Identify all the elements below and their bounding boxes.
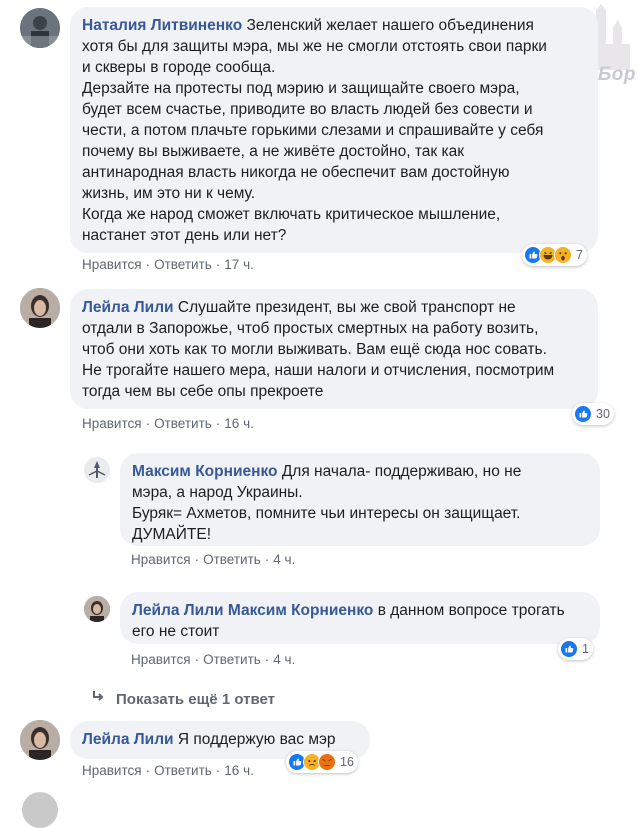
comment-bubble: Наталия Литвиненко Зеленский желает наше… (70, 7, 598, 253)
timestamp[interactable]: 16 ч. (224, 416, 254, 431)
timestamp[interactable]: 16 ч. (224, 763, 254, 778)
like-link[interactable]: Нравится (131, 652, 191, 667)
reply-arrow-icon (90, 688, 106, 708)
show-more-replies-label: Показать ещё 1 ответ (116, 691, 275, 708)
mention-link[interactable]: Максим Корниенко (228, 602, 374, 619)
comment-actions: Нравится · Ответить · 4 ч. (131, 652, 296, 667)
comment-text-line: мэра, а народ Украины. (132, 484, 303, 501)
author-name[interactable]: Лейла Лили (82, 731, 174, 748)
comment-text-line: настанет этот день или нет? (82, 227, 287, 244)
like-link[interactable]: Нравится (82, 763, 142, 778)
comment-text-line: будет всем счастье, приводите во власть … (82, 101, 533, 118)
comment-text-line: отдали в Запорожье, чтоб простых смертны… (82, 320, 539, 337)
avatar[interactable] (20, 720, 60, 760)
comment-text-line: Слушайте президент, вы же свой транспорт… (177, 299, 516, 316)
avatar[interactable] (20, 8, 60, 48)
comment-text-line: жизнь, им это ни к чему. (82, 185, 256, 202)
reaction-summary[interactable]: 30 (572, 403, 614, 425)
like-reaction-icon (574, 405, 592, 423)
reply-link[interactable]: Ответить (203, 552, 261, 567)
timestamp[interactable]: 17 ч. (224, 257, 254, 272)
timestamp[interactable]: 4 ч. (273, 552, 295, 567)
comment-text-line: чести, а потом плачьте горькими слезами … (82, 122, 544, 139)
comment-text-line: Дерзайте на протесты под мэрию и защищай… (82, 80, 520, 97)
reply-link[interactable]: Ответить (154, 257, 212, 272)
comment-text-line: Когда же народ сможет включать критическ… (82, 206, 501, 223)
like-reaction-icon (560, 640, 578, 658)
comment-bubble: Лейла Лили Максим Корниенко в данном воп… (120, 592, 600, 644)
author-name[interactable]: Наталия Литвиненко (82, 17, 242, 34)
author-name[interactable]: Лейла Лили (132, 602, 224, 619)
comment-actions: Нравится · Ответить · 16 ч. (82, 416, 254, 431)
comment-bubble: Максим Корниенко Для начала- поддерживаю… (120, 453, 600, 546)
reaction-count: 16 (340, 755, 354, 769)
comment-actions: Нравится · Ответить · 16 ч. (82, 763, 254, 778)
comment-text-line: антинародная власть никогда не обеспечит… (82, 164, 510, 181)
comment-text-line: в данном вопросе трогать (377, 602, 565, 619)
avatar[interactable] (22, 792, 58, 828)
reaction-count: 30 (596, 407, 610, 421)
reaction-count: 7 (576, 248, 583, 262)
wow-reaction-icon (554, 246, 572, 264)
comment-text-line: почему вы выживаете, а не живёте достойн… (82, 143, 464, 160)
comment-text-line: и скверы в городе сообща. (82, 59, 276, 76)
like-link[interactable]: Нравится (82, 257, 142, 272)
comment-text-line: Буряк= Ахметов, помните чьи интересы он … (132, 505, 521, 522)
angry-reaction-icon (318, 753, 336, 771)
comment-text-line: тогда чем вы себе опы прекроете (82, 383, 324, 400)
author-name[interactable]: Максим Корниенко (132, 463, 278, 480)
like-link[interactable]: Нравится (82, 416, 142, 431)
reaction-summary[interactable]: 1 (558, 638, 593, 660)
comment-bubble: Лейла Лили Слушайте президент, вы же сво… (70, 289, 598, 409)
reply-link[interactable]: Ответить (154, 416, 212, 431)
comment-text-line: ДУМАЙТЕ! (132, 526, 212, 543)
like-link[interactable]: Нравится (131, 552, 191, 567)
timestamp[interactable]: 4 ч. (273, 652, 295, 667)
reaction-count: 1 (582, 642, 589, 656)
avatar[interactable] (20, 288, 60, 328)
reply-link[interactable]: Ответить (203, 652, 261, 667)
comment-text-line: Для начала- поддерживаю, но не (281, 463, 522, 480)
avatar[interactable] (84, 457, 110, 483)
avatar[interactable] (84, 596, 110, 622)
author-name[interactable]: Лейла Лили (82, 299, 174, 316)
reply-link[interactable]: Ответить (154, 763, 212, 778)
show-more-replies-link[interactable]: Показать ещё 1 ответ (90, 688, 275, 708)
comment-actions: Нравится · Ответить · 17 ч. (82, 257, 254, 272)
comment-text-line: чтоб они хоть как то могли выживать. Вам… (82, 341, 547, 358)
comment-text-line: Я поддержую вас мэр (177, 731, 336, 748)
comment-actions: Нравится · Ответить · 4 ч. (131, 552, 296, 567)
comment-text-line: Зеленский желает нашего объединения (246, 17, 534, 34)
reaction-summary[interactable]: 7 (522, 244, 587, 266)
comment-text-line: Не трогайте нашего мера, наши налоги и о… (82, 362, 555, 379)
comment-text-line: хотя бы для защиты мэра, мы же не смогли… (82, 38, 547, 55)
reaction-summary[interactable]: 16 (286, 751, 358, 773)
comment-text-line: его не стоит (132, 623, 220, 640)
